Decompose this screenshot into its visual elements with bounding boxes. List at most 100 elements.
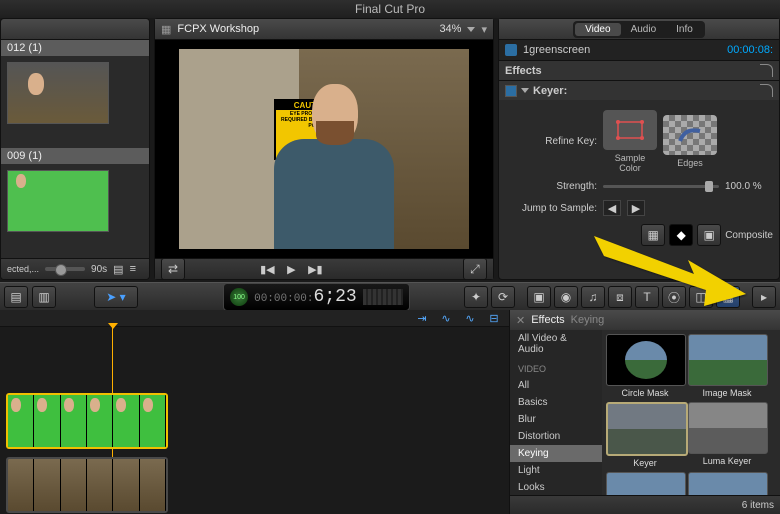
themes-button[interactable]: ◫ <box>689 286 713 308</box>
category-basics[interactable]: Basics <box>510 394 602 411</box>
collection-row[interactable]: 012 (1) <box>1 40 149 56</box>
keyer-label: Keyer: <box>533 85 567 97</box>
zoom-value[interactable]: 34% <box>439 23 461 35</box>
strength-label: Strength: <box>505 181 597 192</box>
retime-button[interactable]: ⟳ <box>491 286 515 308</box>
timecode-display[interactable]: 100 00:00:00:6;23 <box>223 283 410 311</box>
jump-next-button[interactable]: ▶ <box>627 200 645 216</box>
jump-prev-button[interactable]: ◀ <box>603 200 621 216</box>
clip-thumbnail[interactable] <box>7 170 109 232</box>
category-all-video-audio[interactable]: All Video & Audio <box>510 330 602 358</box>
view-menu-icon[interactable]: ▾ <box>481 23 487 36</box>
library-toggle-button[interactable]: ▤ <box>4 286 28 308</box>
edges-button[interactable] <box>663 115 717 155</box>
timeline-body[interactable] <box>0 327 509 507</box>
duration-readout: 90s <box>91 264 107 275</box>
category-distortion[interactable]: Distortion <box>510 428 602 445</box>
view-matte-button[interactable]: ◆ <box>669 224 693 246</box>
view-composite-button[interactable]: ▦ <box>641 224 665 246</box>
clip-timecode: 00:00:08: <box>727 44 773 56</box>
effect-circle-mask[interactable]: Circle Mask <box>606 334 684 398</box>
window-title: Final Cut Pro <box>0 0 780 18</box>
category-light[interactable]: Light <box>510 462 602 479</box>
play-button[interactable]: ▶ <box>280 262 302 276</box>
category-all[interactable]: All <box>510 377 602 394</box>
viewer-canvas[interactable]: CAUTION EYE PROTECTION REQUIRED BEYOND T… <box>155 40 493 258</box>
category-keying[interactable]: Keying <box>510 445 602 462</box>
reset-icon[interactable] <box>760 84 773 97</box>
effects-grid: Circle Mask Image Mask Keyer Luma Keyer <box>602 330 780 495</box>
effect-keyer[interactable]: Keyer <box>606 402 684 468</box>
effect-item[interactable] <box>606 472 684 495</box>
next-edit-button[interactable]: ▶▮ <box>304 262 326 276</box>
effect-luma-keyer[interactable]: Luma Keyer <box>688 402 766 468</box>
media-browser-button[interactable]: ▣ <box>527 286 551 308</box>
music-browser-button[interactable]: ♫ <box>581 286 605 308</box>
timeline-clip-background[interactable] <box>6 457 168 513</box>
viewer-settings-icon[interactable]: ⇄ <box>161 258 185 280</box>
strength-value[interactable]: 100.0 % <box>725 181 773 192</box>
inspector-toggle-button[interactable]: ▸ <box>752 286 776 308</box>
effects-section-header[interactable]: Effects <box>499 60 779 80</box>
sample-color-label: Sample Color <box>603 153 657 173</box>
effects-browser-panel: ✕ Effects Keying All Video & Audio VIDEO… <box>510 310 780 514</box>
filmstrip-icon[interactable]: ▤ <box>113 263 123 276</box>
thumbnail-size-slider[interactable] <box>45 267 85 271</box>
effect-item[interactable] <box>688 472 766 495</box>
effect-enable-checkbox[interactable] <box>505 85 517 97</box>
jump-sample-label: Jump to Sample: <box>505 203 597 214</box>
tab-audio[interactable]: Audio <box>621 23 667 36</box>
selection-info: ected,... <box>7 264 39 274</box>
list-icon[interactable]: ≡ <box>130 263 136 275</box>
refine-key-label: Refine Key: <box>505 136 597 147</box>
project-title: FCPX Workshop <box>177 23 259 35</box>
skimming-button[interactable]: ∿ <box>437 312 455 324</box>
close-icon[interactable]: ✕ <box>516 314 525 327</box>
zoom-menu-icon[interactable] <box>467 27 475 32</box>
filmstrip-icon: ▦ <box>161 23 171 36</box>
transitions-button[interactable]: ⧈ <box>608 286 632 308</box>
pointer-tool[interactable]: ➤ ▾ <box>94 286 138 308</box>
enhance-button[interactable]: ✦ <box>464 286 488 308</box>
photos-browser-button[interactable]: ◉ <box>554 286 578 308</box>
collection-name: 012 <box>7 42 25 54</box>
timeline-index-button[interactable]: ▥ <box>32 286 56 308</box>
collection-row[interactable]: 009 (1) <box>1 148 149 164</box>
category-looks[interactable]: Looks <box>510 479 602 495</box>
effect-image-mask[interactable]: Image Mask <box>688 334 766 398</box>
clip-thumbnail[interactable] <box>7 62 109 124</box>
effects-label: Effects <box>505 65 542 77</box>
sample-color-button[interactable] <box>603 110 657 150</box>
browser-footer: ected,... 90s ▤ ≡ <box>1 258 149 279</box>
prev-edit-button[interactable]: ▮◀ <box>256 262 278 276</box>
titles-button[interactable]: T <box>635 286 659 308</box>
tab-info[interactable]: Info <box>666 23 703 36</box>
fullscreen-button[interactable]: ⤢ <box>463 258 487 280</box>
solo-button[interactable]: ⊟ <box>485 312 503 324</box>
inspector-clip-title: 1greenscreen 00:00:08: <box>499 40 779 60</box>
snapping-button[interactable]: ⇥ <box>413 312 431 324</box>
effects-browser-button[interactable]: ▦ <box>716 286 740 308</box>
effects-breadcrumb: Keying <box>571 314 605 326</box>
sample-color-icon <box>612 116 648 144</box>
view-original-button[interactable]: ▣ <box>697 224 721 246</box>
effects-count: 6 items <box>742 500 774 511</box>
generators-button[interactable]: ⦿ <box>662 286 686 308</box>
category-video-header: VIDEO <box>510 358 602 377</box>
composite-label: Composite <box>725 230 773 241</box>
strength-slider[interactable] <box>603 185 719 188</box>
effects-category-list: All Video & Audio VIDEO All Basics Blur … <box>510 330 602 495</box>
category-blur[interactable]: Blur <box>510 411 602 428</box>
tab-video[interactable]: Video <box>575 23 620 36</box>
disclosure-triangle-icon[interactable] <box>521 88 529 93</box>
audio-skim-button[interactable]: ∿ <box>461 312 479 324</box>
collection-count: (1) <box>28 150 41 162</box>
viewer-footer: ⇄ ▮◀ ▶ ▶▮ ⤢ <box>155 258 493 279</box>
timeline-panel: ⇥ ∿ ∿ ⊟ <box>0 310 510 514</box>
effects-title: Effects <box>531 314 564 326</box>
reset-icon[interactable] <box>760 64 773 77</box>
keyer-effect-row[interactable]: Keyer: <box>499 80 779 100</box>
viewer-panel: ▦ FCPX Workshop 34% ▾ CAUTION EYE PROTEC… <box>154 18 494 280</box>
render-meter-icon: 100 <box>230 288 248 306</box>
timeline-clip-greenscreen[interactable] <box>6 393 168 449</box>
